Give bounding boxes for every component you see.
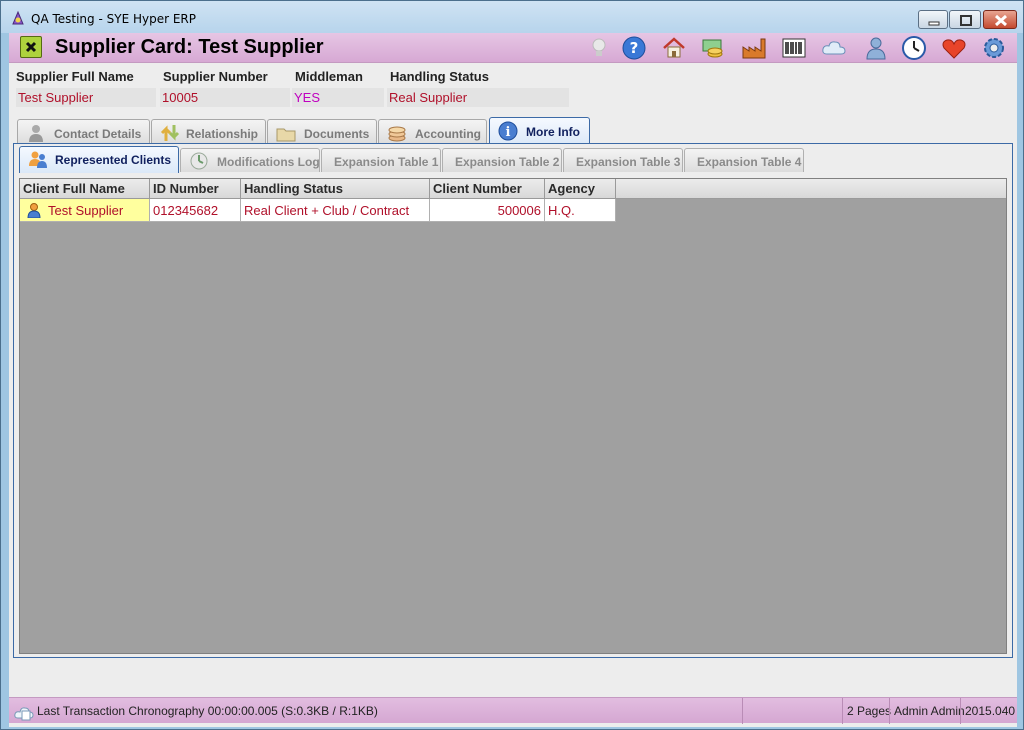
tab-represented-clients-label: Represented Clients [55, 153, 172, 167]
tab-expansion-table-2[interactable]: Expansion Table 2 [442, 148, 562, 172]
cloud-document-icon [14, 707, 34, 721]
svg-text:?: ? [630, 39, 639, 57]
svg-text:i: i [506, 125, 511, 140]
gear-icon[interactable] [981, 35, 1007, 61]
tab-modifications-log-label: Modifications Log [217, 155, 320, 169]
money-icon[interactable] [700, 35, 726, 61]
factory-icon[interactable] [741, 35, 767, 61]
tab-accounting-label: Accounting [415, 127, 481, 141]
close-icon [994, 14, 1008, 27]
status-bar: Last Transaction Chronography 00:00:00.0… [9, 697, 1017, 724]
more-info-panel: Represented Clients Modifications Log Ex… [13, 143, 1013, 658]
coins-icon [388, 126, 406, 142]
tab-expansion-table-1[interactable]: Expansion Table 1 [321, 148, 441, 172]
barcode-icon[interactable] [781, 35, 807, 61]
heart-icon[interactable] [941, 35, 967, 61]
person-icon [27, 203, 41, 218]
tab-represented-clients[interactable]: Represented Clients [19, 146, 179, 173]
folder-icon [276, 128, 296, 142]
close-card-button[interactable] [20, 36, 42, 58]
supplier-full-name-label: Supplier Full Name [16, 69, 134, 84]
column-header-id-number[interactable]: ID Number [150, 179, 241, 199]
tab-expansion-table-3-label: Expansion Table 3 [576, 155, 681, 169]
tab-relationship[interactable]: Relationship [151, 119, 266, 145]
tab-documents[interactable]: Documents [267, 119, 377, 145]
handling-status-value: Real Supplier [387, 88, 569, 107]
tab-expansion-table-1-label: Expansion Table 1 [334, 155, 439, 169]
status-version: 2015.040 [960, 698, 1017, 724]
status-spacer [742, 698, 842, 724]
tab-expansion-table-2-label: Expansion Table 2 [455, 155, 560, 169]
tab-contact-details[interactable]: Contact Details [17, 119, 150, 145]
status-user: Admin Admin [889, 698, 965, 724]
tab-accounting[interactable]: Accounting [378, 119, 487, 145]
cell-client-number[interactable]: 500006 [430, 199, 545, 222]
tab-modifications-log[interactable]: Modifications Log [180, 148, 320, 172]
supplier-full-name-value: Test Supplier [16, 88, 156, 107]
help-icon[interactable]: ? [621, 35, 647, 61]
cell-client-full-name-text: Test Supplier [48, 203, 124, 218]
client-area: Supplier Card: Test Supplier ? Supplier … [9, 33, 1017, 727]
supplier-number-value: 10005 [160, 88, 290, 107]
app-window: QA Testing - SYE Hyper ERP Supplier Card… [0, 0, 1024, 730]
tab-documents-label: Documents [304, 127, 370, 141]
column-header-client-number[interactable]: Client Number [430, 179, 545, 199]
title-bar[interactable]: QA Testing - SYE Hyper ERP [1, 1, 1023, 33]
handling-status-label: Handling Status [390, 69, 489, 84]
tab-contact-details-label: Contact Details [54, 127, 142, 141]
cell-client-full-name[interactable]: Test Supplier [20, 199, 150, 222]
restore-icon [960, 15, 972, 26]
tab-expansion-table-4-label: Expansion Table 4 [697, 155, 802, 169]
app-logo-icon [12, 10, 24, 25]
relationship-arrows-icon [160, 125, 180, 141]
column-header-client-full-name[interactable]: Client Full Name [20, 179, 150, 199]
tab-relationship-label: Relationship [186, 127, 259, 141]
lightbulb-icon[interactable] [586, 35, 612, 61]
cell-handling-status[interactable]: Real Client + Club / Contract [241, 199, 430, 222]
supplier-number-label: Supplier Number [163, 69, 268, 84]
tab-expansion-table-3[interactable]: Expansion Table 3 [563, 148, 683, 172]
info-icon: i [498, 121, 518, 141]
tab-more-info[interactable]: i More Info [489, 117, 590, 145]
tab-more-info-label: More Info [526, 125, 580, 139]
clock-icon[interactable] [901, 35, 927, 61]
home-icon[interactable] [661, 35, 687, 61]
close-x-icon [25, 41, 37, 53]
contact-person-icon [29, 125, 43, 142]
status-info: Last Transaction Chronography 00:00:00.0… [37, 704, 378, 718]
middleman-label: Middleman [295, 69, 363, 84]
cell-agency[interactable]: H.Q. [545, 199, 616, 222]
column-header-handling-status[interactable]: Handling Status [241, 179, 430, 199]
card-header: Supplier Card: Test Supplier ? [9, 33, 1017, 63]
cloud-icon[interactable] [821, 35, 847, 61]
tab-expansion-table-4[interactable]: Expansion Table 4 [684, 148, 804, 172]
middleman-value: YES [292, 88, 384, 107]
status-pages: 2 Pages [842, 698, 891, 724]
maximize-button[interactable] [949, 10, 981, 29]
clients-group-icon [29, 151, 47, 168]
minimize-icon [928, 21, 940, 26]
column-header-agency[interactable]: Agency [545, 179, 616, 199]
minimize-button[interactable] [918, 10, 948, 29]
clients-table[interactable]: Client Full Name ID Number Handling Stat… [19, 178, 1007, 654]
page-title: Supplier Card: Test Supplier [55, 36, 324, 58]
window-title: QA Testing - SYE Hyper ERP [31, 12, 196, 26]
users-icon[interactable] [861, 35, 887, 61]
window-close-button[interactable] [983, 10, 1017, 29]
cell-id-number[interactable]: 012345682 [150, 199, 241, 222]
table-header: Client Full Name ID Number Handling Stat… [20, 179, 1006, 199]
modifications-log-icon [190, 152, 208, 170]
